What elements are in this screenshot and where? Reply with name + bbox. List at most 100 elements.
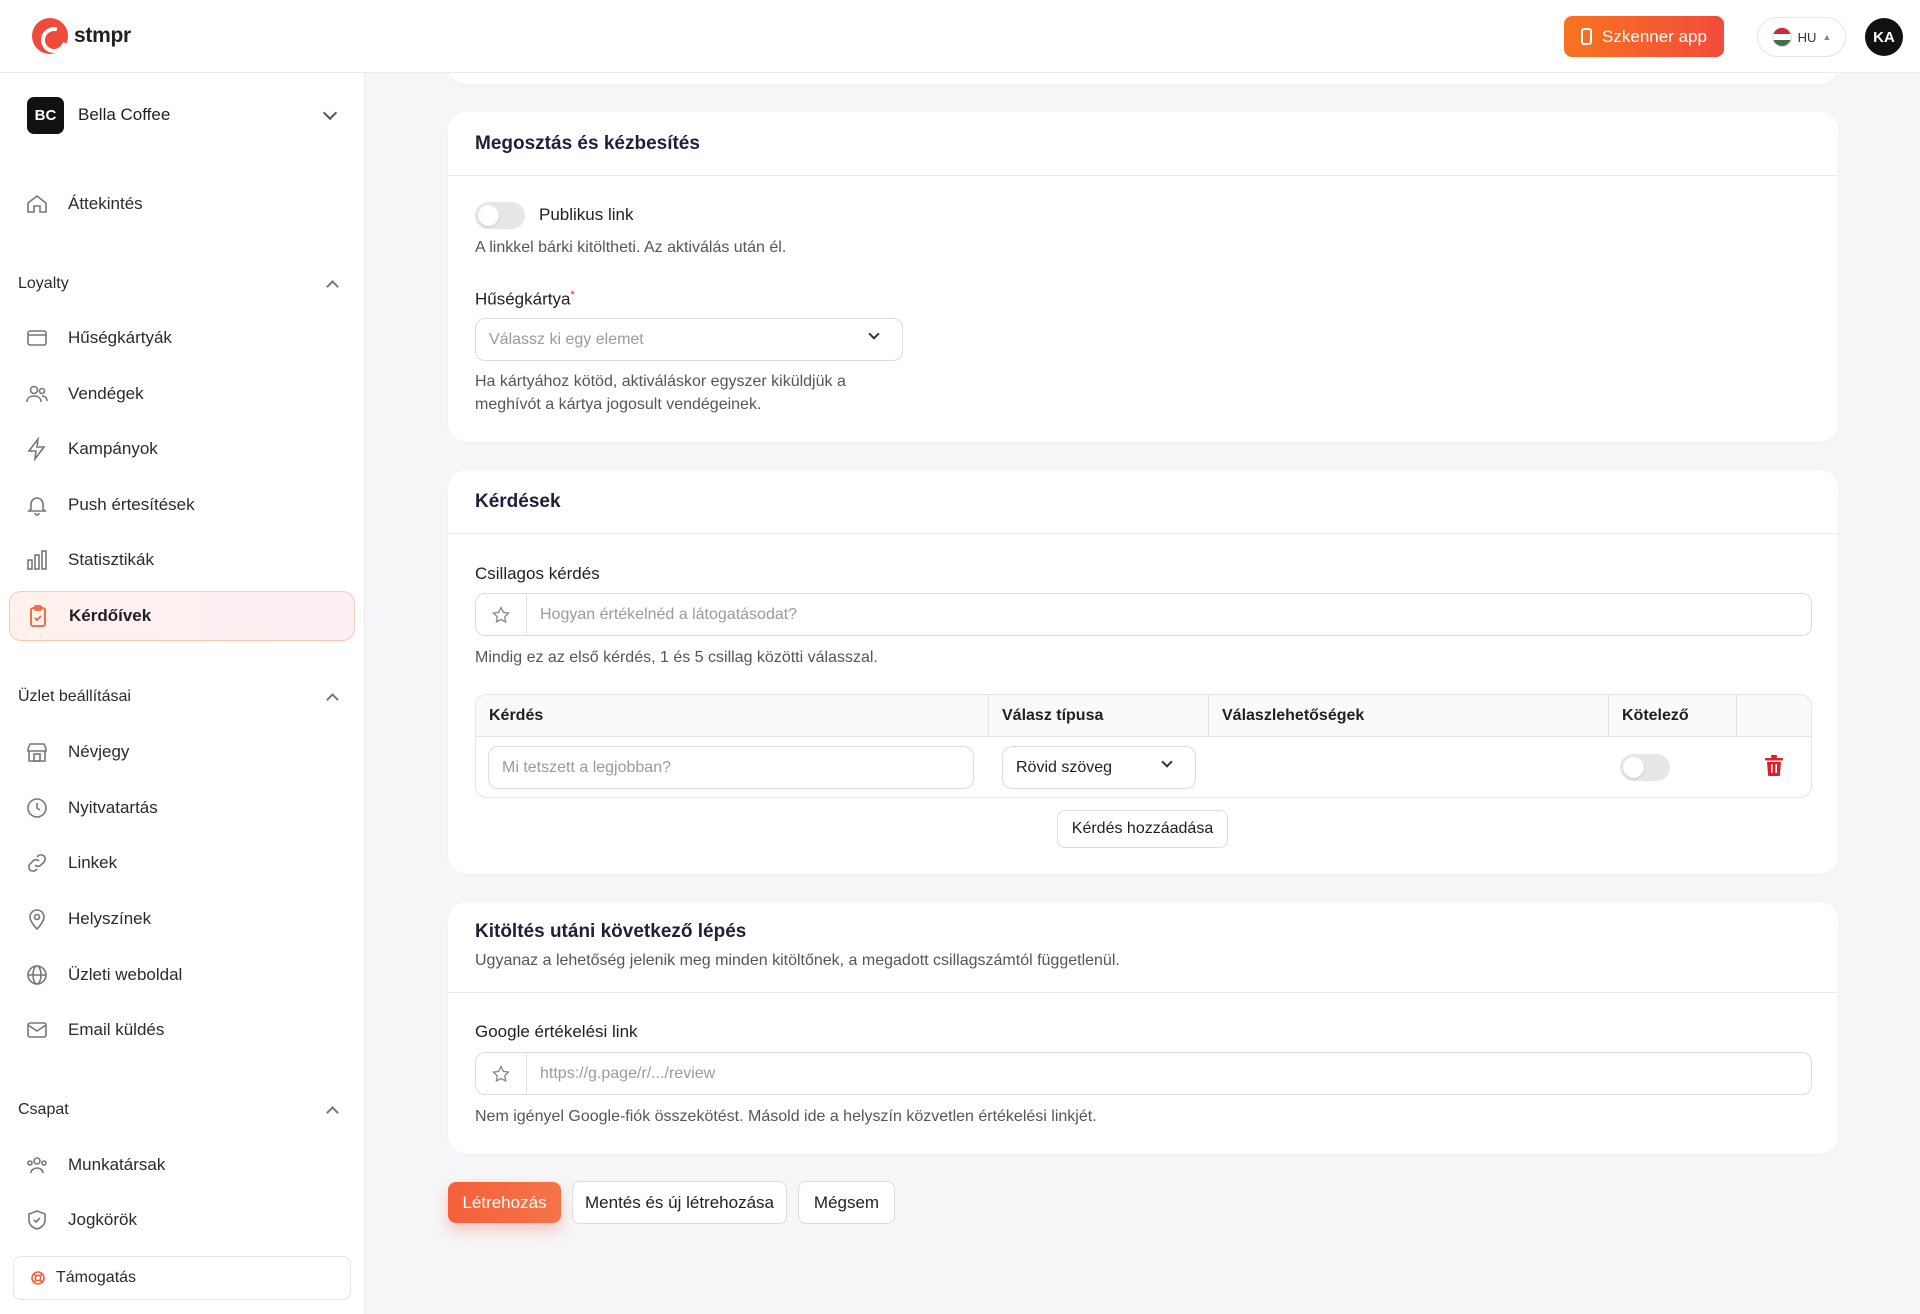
scanner-app-button[interactable]: Szkenner app: [1564, 16, 1724, 57]
sidebar: BC Bella Coffee Áttekintés Loyalty Hűség…: [0, 73, 365, 1314]
answer-type-select[interactable]: Rövid szöveg: [1002, 746, 1196, 789]
logo-mark-icon: [32, 18, 68, 54]
section-team[interactable]: Csapat: [18, 1101, 343, 1119]
create-button[interactable]: Létrehozás: [448, 1182, 561, 1223]
map-pin-icon: [25, 907, 49, 931]
chevron-up-icon: [326, 280, 339, 293]
column-question: Kérdés: [476, 695, 989, 737]
loyalty-card-label: Hűségkártya*: [475, 289, 575, 310]
google-link-placeholder: https://g.page/r/.../review: [540, 1064, 716, 1082]
lightning-icon: [25, 437, 49, 461]
org-switcher[interactable]: BC Bella Coffee: [27, 95, 341, 135]
section-label: Csapat: [18, 1101, 69, 1118]
caret-up-icon: ▲: [1822, 32, 1832, 42]
chevron-down-icon: [1161, 756, 1173, 768]
loyalty-card-hint-2: meghívót a kártya jogosult vendégeinek.: [475, 396, 762, 413]
sidebar-item-label: Munkatársak: [68, 1155, 166, 1174]
google-link-label: Google értékelési link: [475, 1022, 638, 1041]
sidebar-item-business-card[interactable]: Névjegy: [9, 727, 355, 777]
sidebar-item-label: Hűségkártyák: [68, 328, 172, 347]
section-shop-settings[interactable]: Üzlet beállításai: [18, 688, 343, 706]
star-icon-wrap: [476, 594, 527, 635]
sidebar-item-label: Nyitvatartás: [68, 798, 158, 817]
store-icon: [25, 740, 49, 764]
sidebar-item-opening-hours[interactable]: Nyitvatartás: [9, 783, 355, 833]
trash-icon[interactable]: [1765, 755, 1783, 782]
sidebar-item-label: Vendégek: [68, 384, 144, 403]
sidebar-item-campaigns[interactable]: Kampányok: [9, 424, 355, 474]
language-selector[interactable]: HU ▲: [1757, 17, 1846, 57]
home-icon: [25, 192, 49, 216]
sharing-card: Megosztás és kézbesítés Publikus link A …: [448, 112, 1838, 442]
sidebar-item-locations[interactable]: Helyszínek: [9, 894, 355, 944]
sidebar-item-push[interactable]: Push értesítések: [9, 480, 355, 530]
add-question-button[interactable]: Kérdés hozzáadása: [1057, 810, 1228, 848]
sidebar-item-label: Névjegy: [68, 742, 130, 761]
sidebar-item-label: Áttekintés: [68, 194, 143, 213]
answer-type-value: Rövid szöveg: [1016, 758, 1113, 776]
scanner-app-label: Szkenner app: [1602, 26, 1707, 46]
section-loyalty[interactable]: Loyalty: [18, 275, 343, 293]
sidebar-item-label: Linkek: [68, 853, 118, 872]
card-icon: [25, 326, 49, 350]
loyalty-card-select[interactable]: Válassz ki egy elemet: [475, 318, 903, 361]
sidebar-item-statistics[interactable]: Statisztikák: [9, 535, 355, 585]
question-text-input[interactable]: Mi tetszett a legjobban?: [488, 746, 974, 789]
question-text-placeholder: Mi tetszett a legjobban?: [502, 758, 671, 776]
sidebar-item-label: Email küldés: [68, 1020, 165, 1039]
required-mark: *: [570, 289, 575, 301]
save-and-new-button[interactable]: Mentés és új létrehozása: [572, 1181, 787, 1224]
public-link-toggle[interactable]: [475, 202, 525, 229]
public-link-hint: A linkkel bárki kitöltheti. Az aktiválás…: [475, 239, 787, 256]
top-bar: stmpr Szkenner app HU ▲ KA: [0, 0, 1920, 73]
public-link-label: Publikus link: [539, 205, 634, 224]
sidebar-item-permissions[interactable]: Jogkörök: [9, 1195, 355, 1245]
sidebar-item-loyalty-cards[interactable]: Hűségkártyák: [9, 313, 355, 363]
star-icon-wrap: [476, 1053, 527, 1094]
loyalty-card-label-text: Hűségkártya: [475, 289, 571, 309]
star-question-input[interactable]: Hogyan értékelnéd a látogatásodat?: [475, 593, 1812, 636]
lifebuoy-icon: [30, 1270, 46, 1286]
loyalty-card-hint-1: Ha kártyához kötöd, aktiváláskor egyszer…: [475, 373, 846, 390]
google-link-input[interactable]: https://g.page/r/.../review: [475, 1052, 1812, 1095]
org-name: Bella Coffee: [78, 105, 171, 124]
globe-icon: [25, 963, 49, 987]
questions-card: Kérdések Csillagos kérdés Hogyan értékel…: [448, 470, 1838, 874]
sidebar-item-label: Kampányok: [68, 439, 158, 458]
section-label: Loyalty: [18, 275, 69, 292]
logo[interactable]: stmpr: [32, 18, 131, 54]
sidebar-item-website[interactable]: Üzleti weboldal: [9, 950, 355, 1000]
questions-table-header: Kérdés Válasz típusa Válaszlehetőségek K…: [476, 695, 1811, 737]
language-code: HU: [1797, 29, 1817, 45]
sidebar-item-links[interactable]: Linkek: [9, 838, 355, 888]
sidebar-item-guests[interactable]: Vendégek: [9, 369, 355, 419]
sidebar-item-label: Üzleti weboldal: [68, 965, 183, 984]
chevron-up-icon: [326, 1106, 339, 1119]
sidebar-item-label: Statisztikák: [68, 550, 154, 569]
sidebar-item-colleagues[interactable]: Munkatársak: [9, 1140, 355, 1190]
users-icon: [25, 382, 49, 406]
phone-icon: [1581, 28, 1593, 45]
star-icon: [492, 1064, 510, 1082]
mail-icon: [25, 1018, 49, 1042]
sidebar-item-surveys[interactable]: Kérdőívek: [9, 591, 355, 641]
sharing-title: Megosztás és kézbesítés: [448, 112, 1838, 176]
sidebar-item-email[interactable]: Email küldés: [9, 1005, 355, 1055]
required-toggle[interactable]: [1620, 754, 1670, 781]
next-step-header: Kitöltés utáni következő lépés Ugyanaz a…: [448, 902, 1838, 993]
clock-icon: [25, 796, 49, 820]
sidebar-item-label: Helyszínek: [68, 909, 152, 928]
sidebar-item-label: Jogkörök: [68, 1210, 137, 1229]
loyalty-card-placeholder: Válassz ki egy elemet: [489, 330, 644, 348]
sidebar-item-label: Push értesítések: [68, 495, 195, 514]
user-avatar[interactable]: KA: [1865, 18, 1903, 56]
support-button[interactable]: Támogatás: [13, 1256, 351, 1300]
cancel-button[interactable]: Mégsem: [798, 1181, 895, 1224]
shield-check-icon: [25, 1208, 49, 1232]
org-badge: BC: [27, 96, 64, 134]
sidebar-item-overview[interactable]: Áttekintés: [9, 179, 355, 229]
column-answer-options: Válaszlehetőségek: [1209, 695, 1609, 737]
next-step-card: Kitöltés utáni következő lépés Ugyanaz a…: [448, 902, 1838, 1154]
column-required: Kötelező: [1609, 695, 1737, 737]
chevron-down-icon: [322, 105, 338, 120]
